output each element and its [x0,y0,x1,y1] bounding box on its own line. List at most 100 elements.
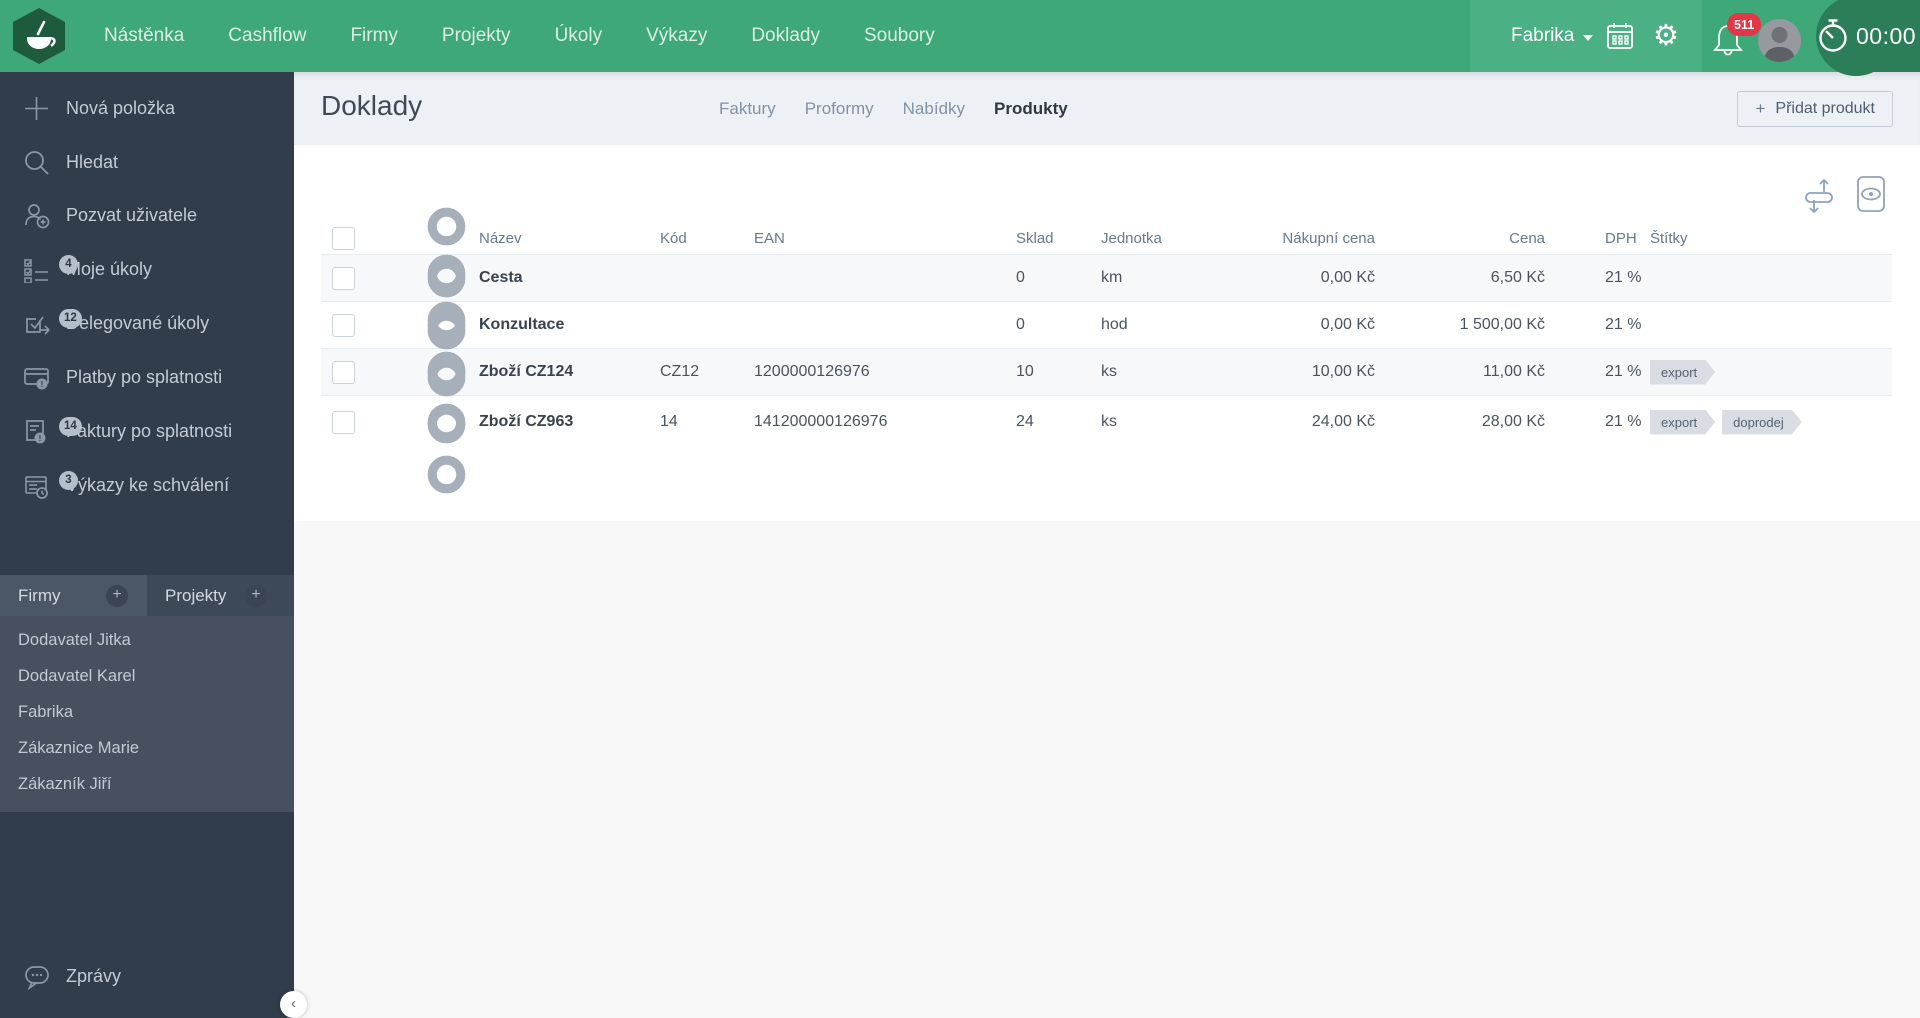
products-table: Název Kód EAN Sklad Jednotka Nákupní cen… [321,207,1892,493]
product-name[interactable]: Cesta [479,269,660,287]
product-name[interactable]: Konzultace [479,316,660,334]
col-header-jednotka[interactable]: Jednotka [1101,230,1221,247]
product-unit: km [1101,269,1123,286]
tag-chip[interactable]: export [1650,410,1715,435]
sidebar-item-label: Delegované úkoly [66,312,210,333]
tab-produkty[interactable]: Produkty [994,99,1068,119]
col-header-nakupni-cena[interactable]: Nákupní cena [1221,230,1375,247]
col-header-sklad[interactable]: Sklad [1016,230,1101,247]
sidebar-item-label: Nová položka [66,97,176,118]
tab-faktury[interactable]: Faktury [719,99,776,119]
column-visibility-icon[interactable] [1850,173,1892,215]
product-purchase-price: 10,00 Kč [1311,363,1375,380]
sidebar-item-invite-user[interactable]: Pozvat uživatele [0,188,294,242]
notification-count-badge: 511 [1727,13,1762,36]
sidebar-item-label: Moje úkoly [66,258,153,279]
product-purchase-price: 0,00 Kč [1320,269,1375,286]
product-stock: 10 [1016,363,1034,380]
product-vat: 21 % [1605,269,1642,286]
calendar-icon[interactable] [1604,20,1636,52]
sidebar-item-overdue-payments[interactable]: ! Platby po splatnosti [0,350,294,404]
svg-text:!: ! [41,380,44,389]
tag-chip[interactable]: export [1650,360,1715,385]
nav-projekty[interactable]: Projekty [442,25,511,47]
chevron-down-icon [1583,34,1594,41]
product-unit: ks [1101,413,1117,430]
sidebar-item-search[interactable]: Hledat [0,135,294,189]
col-header-kod[interactable]: Kód [660,230,754,247]
account-band: Fabrika ⚙ [1470,0,1702,72]
my-tasks-badge: 4 [59,254,78,274]
product-purchase-price: 24,00 Kč [1311,413,1375,430]
drag-handle-icon[interactable] [414,338,479,507]
stopwatch-icon[interactable] [1814,17,1852,55]
overdue-invoices-badge: 14 [59,416,82,436]
company-item[interactable]: Zákaznice Marie [0,730,294,766]
select-all-checkbox[interactable] [332,226,355,250]
product-name[interactable]: Zboží CZ963 [479,413,660,431]
nav-doklady[interactable]: Doklady [751,25,820,47]
report-clock-icon: 3 [23,470,78,499]
tag-chip[interactable]: doprodej [1722,410,1802,435]
col-header-stitky[interactable]: Štítky [1650,230,1892,247]
row-checkbox[interactable] [332,360,355,384]
row-checkbox[interactable] [332,266,355,290]
nav-nastenka[interactable]: Nástěnka [104,25,184,47]
sidebar-item-label: Hledat [66,151,119,172]
sidebar-item-my-tasks[interactable]: 4 Moje úkoly [0,242,294,296]
col-header-dph[interactable]: DPH [1545,230,1650,247]
product-stock: 0 [1016,269,1025,286]
product-name[interactable]: Zboží CZ124 [479,363,660,381]
sidebar-item-messages[interactable]: Zprávy [0,949,294,1003]
tab-proformy[interactable]: Proformy [805,99,874,119]
col-header-cena[interactable]: Cena [1375,230,1545,247]
add-project-button[interactable]: + [245,585,267,607]
row-height-icon[interactable] [1798,175,1840,217]
sidebar-item-overdue-invoices[interactable]: ! 14 Faktury po splatnosti [0,404,294,458]
nav-soubory[interactable]: Soubory [864,25,935,47]
table-row[interactable]: Konzultace 0 hod 0,00 Kč 1 500,00 Kč 21 … [321,254,1892,396]
delegated-check-icon: 12 [23,308,82,337]
sidebar-item-reports-approval[interactable]: 3 Výkazy ke schválení [0,458,294,512]
add-company-button[interactable]: + [106,585,128,607]
row-checkbox[interactable] [332,410,355,434]
product-price: 6,50 Kč [1490,269,1545,286]
account-switcher[interactable]: Fabrika [1511,0,1594,72]
company-item[interactable]: Zákazník Jiří [0,766,294,802]
table-row[interactable]: Zboží CZ963 14 141200000126976 24 ks 24,… [321,351,1892,493]
reports-approval-badge: 3 [59,470,78,490]
company-item[interactable]: Dodavatel Karel [0,658,294,694]
main-nav: Nástěnka Cashflow Firmy Projekty Úkoly V… [104,0,935,72]
nav-vykazy[interactable]: Výkazy [646,25,707,47]
sidebar-item-label: Výkazy ke schválení [66,474,230,495]
sidebar-item-new-item[interactable]: Nová položka [0,81,294,135]
sidebar: Nová položka Hledat Pozvat uživatele 4 M… [0,72,294,1018]
nav-firmy[interactable]: Firmy [350,25,397,47]
nav-ukoly[interactable]: Úkoly [555,25,603,47]
sidebar-tab-firmy[interactable]: Firmy + [0,575,147,616]
company-item[interactable]: Fabrika [0,694,294,730]
table-row[interactable]: Cesta 0 km 0,00 Kč 6,50 Kč 21 % [321,207,1892,349]
col-header-nazev[interactable]: Název [479,230,660,247]
timer-value[interactable]: 00:00 [1856,0,1916,72]
row-checkbox[interactable] [332,313,355,337]
page-tabs: Faktury Proformy Nabídky Produkty [719,72,1068,145]
sidebar-tab-projekty[interactable]: Projekty + [147,575,294,616]
app-logo-icon[interactable] [13,8,65,64]
tab-nabidky[interactable]: Nabídky [903,99,965,119]
tab-label: Firmy [18,585,61,605]
col-header-ean[interactable]: EAN [754,230,1016,247]
company-item[interactable]: Dodavatel Jitka [0,622,294,658]
nav-cashflow[interactable]: Cashflow [228,25,306,47]
product-unit: ks [1101,363,1117,380]
user-avatar[interactable] [1758,19,1801,62]
product-tags: export doprodej [1650,410,1892,435]
product-vat: 21 % [1605,363,1642,380]
gear-icon[interactable]: ⚙ [1650,20,1682,52]
sidebar-item-delegated-tasks[interactable]: 12 Delegované úkoly [0,296,294,350]
product-purchase-price: 0,00 Kč [1320,316,1375,333]
table-row[interactable]: Zboží CZ124 CZ12 1200000126976 10 ks 10,… [321,301,1892,443]
user-plus-icon [23,202,50,229]
sidebar-collapse-button[interactable]: ‹ [280,991,307,1018]
add-product-button[interactable]: + Přidat produkt [1737,91,1893,127]
